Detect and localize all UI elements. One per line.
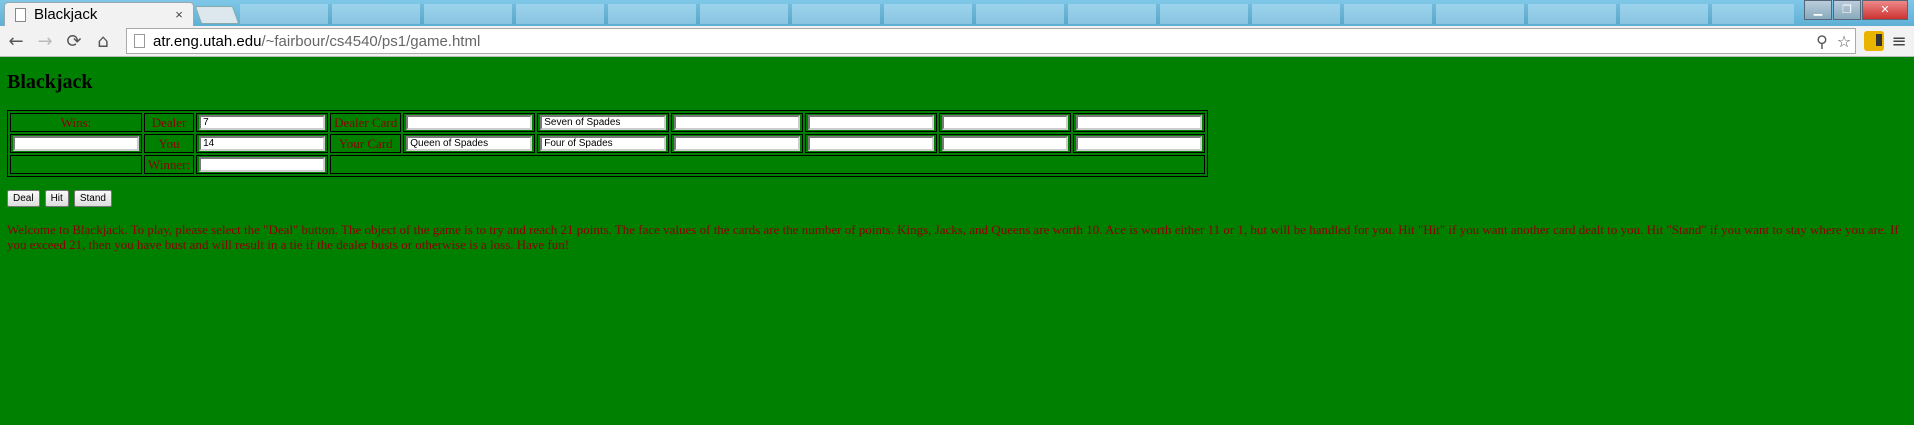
you-score-cell [196,134,329,153]
dealer-card-3[interactable] [674,115,801,130]
dealer-card-cell [805,113,938,132]
your-card-2[interactable] [540,136,667,151]
url-path: /~fairbour/cs4540/ps1/game.html [261,32,481,50]
window-controls: ▁ ❐ ✕ [1803,0,1908,20]
winner-label: Winner: [144,155,195,174]
extension-icon[interactable] [1864,31,1884,51]
reload-icon[interactable]: ⟳ [61,28,87,54]
your-card-cell [805,134,938,153]
dealer-label: Dealer [144,113,195,132]
forward-icon[interactable]: → [32,28,58,54]
browser-toolbar: ← → ⟳ ⌂ atr.eng.utah.edu/~fairbour/cs454… [0,26,1914,57]
dealer-card-1[interactable] [406,115,533,130]
back-icon[interactable]: ← [3,28,29,54]
your-card-cell [537,134,670,153]
home-icon[interactable]: ⌂ [90,28,116,54]
wins-label: Wins: [10,113,142,132]
background-tabs [240,4,1794,24]
page-icon [134,34,145,48]
your-card-label: Your Card [330,134,402,153]
menu-icon[interactable]: ≡ [1888,31,1910,52]
deal-button[interactable]: Deal [7,190,40,207]
empty-cell [330,155,1206,174]
hit-button[interactable]: Hit [44,190,69,207]
tab-strip: Blackjack × ▁ ❐ ✕ [0,0,1914,26]
you-score-field[interactable] [199,136,326,151]
minimize-icon[interactable]: ▁ [1804,0,1832,20]
dealer-card-5[interactable] [942,115,1069,130]
your-card-4[interactable] [808,136,935,151]
dealer-card-cell [537,113,670,132]
dealer-card-4[interactable] [808,115,935,130]
your-card-5[interactable] [942,136,1069,151]
your-card-3[interactable] [674,136,801,151]
button-row: Deal Hit Stand [7,190,1907,207]
wins-value-cell [10,134,142,153]
url-text[interactable]: atr.eng.utah.edu/~fairbour/cs4540/ps1/ga… [153,33,1811,50]
your-card-cell [939,134,1072,153]
dealer-card-6[interactable] [1076,115,1203,130]
your-card-cell [671,134,804,153]
dealer-card-cell [1073,113,1206,132]
winner-cell [196,155,329,174]
table-row: You Your Card [10,134,1206,153]
page-content: Blackjack Wins: Dealer Dealer Card You Y… [0,71,1914,252]
tab-blackjack[interactable]: Blackjack × [4,2,194,26]
dealer-card-cell [939,113,1072,132]
winner-field[interactable] [199,157,326,172]
close-window-icon[interactable]: ✕ [1862,0,1908,20]
dealer-card-2[interactable] [540,115,667,130]
dealer-card-cell [671,113,804,132]
page-icon [15,7,26,22]
dealer-card-label: Dealer Card [330,113,402,132]
you-label: You [144,134,195,153]
bookmark-star-icon[interactable]: ☆ [1833,32,1855,51]
address-bar[interactable]: atr.eng.utah.edu/~fairbour/cs4540/ps1/ga… [126,28,1856,54]
tab-title: Blackjack [34,6,98,23]
new-tab-button[interactable] [194,6,240,24]
game-table: Wins: Dealer Dealer Card You Your Card [7,110,1209,177]
dealer-score-cell [196,113,329,132]
stand-button[interactable]: Stand [73,190,112,207]
url-host: atr.eng.utah.edu [153,32,262,50]
instructions-text: Welcome to Blackjack. To play, please se… [7,222,1899,252]
search-icon[interactable]: ⚲ [1811,32,1833,51]
close-tab-icon[interactable]: × [171,7,187,22]
table-row: Winner: [10,155,1206,174]
empty-cell [10,155,142,174]
your-card-cell [403,134,536,153]
wins-field[interactable] [13,136,139,151]
page-title: Blackjack [7,71,93,93]
restore-icon[interactable]: ❐ [1833,0,1861,20]
dealer-card-cell [403,113,536,132]
table-row: Wins: Dealer Dealer Card [10,113,1206,132]
toolbar-right: ≡ [1860,31,1910,52]
your-card-1[interactable] [406,136,533,151]
your-card-cell [1073,134,1206,153]
dealer-score-field[interactable] [199,115,326,130]
your-card-6[interactable] [1076,136,1203,151]
